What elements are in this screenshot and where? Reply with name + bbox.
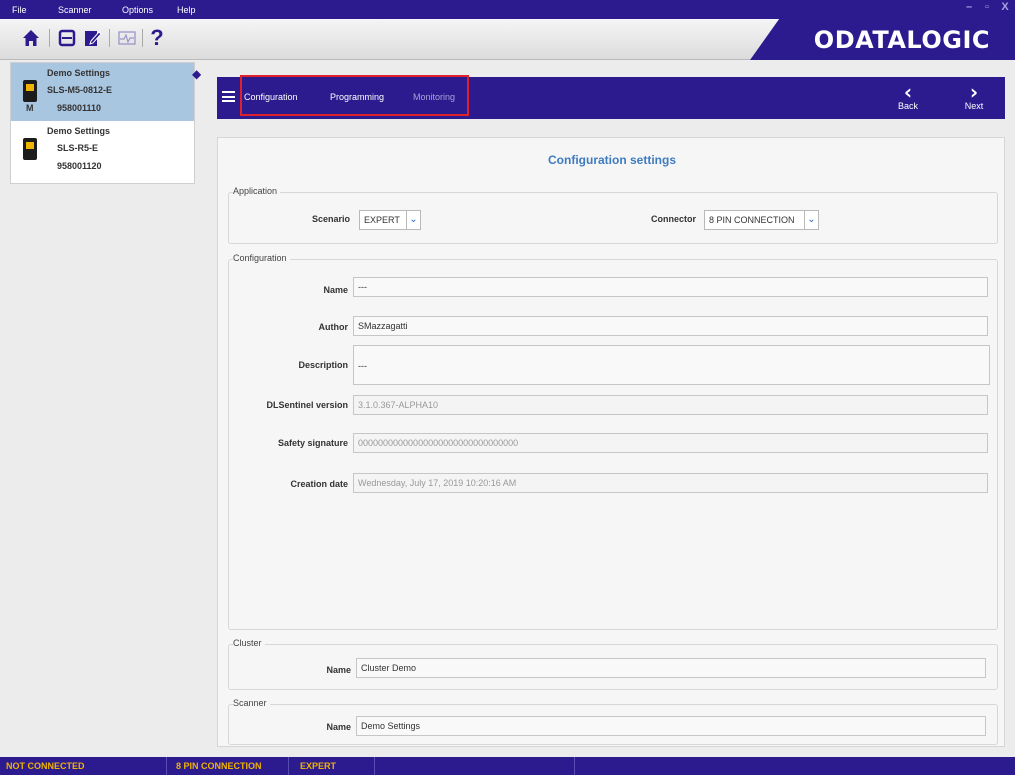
application-group-label: Application [233,186,281,196]
toolbar: ? ODATALOGIC [0,19,1015,60]
author-field[interactable]: SMazzagatti [353,316,988,336]
scanner-name-field[interactable]: Demo Settings [356,716,986,736]
toolbar-separator [49,29,50,47]
cluster-group-label: Cluster [233,638,265,648]
device-model: SLS-M5-0812-E [47,85,113,95]
creation-date-label: Creation date [290,479,348,489]
scenario-label: Scenario [311,214,350,224]
window-controls: – ▫ X [962,1,1012,13]
menu-help[interactable]: Help [177,5,196,15]
home-icon[interactable] [20,27,42,49]
status-bar: NOT CONNECTED 8 PIN CONNECTION EXPERT [0,757,1015,775]
back-label: Back [897,101,918,111]
save-icon[interactable] [56,27,78,49]
status-separator [374,757,375,775]
device-name: Demo Settings [47,68,111,78]
description-field[interactable]: --- [353,345,990,385]
connector-label: Connector [651,214,696,224]
datalogic-logo: ODATALOGIC [813,26,990,54]
scenario-select[interactable]: EXPERT ⌄ [359,210,421,230]
device-serial: 958001120 [57,161,102,171]
help-icon[interactable]: ? [146,25,168,50]
connection-status: NOT CONNECTED [6,761,85,771]
author-label: Author [318,322,349,332]
name-field[interactable]: --- [353,277,988,297]
collapse-panel-icon[interactable]: ◆ [192,67,201,81]
device-name: Demo Settings [47,126,111,136]
status-separator [574,757,575,775]
menu-scanner[interactable]: Scanner [58,5,92,15]
cluster-name-field[interactable]: Cluster Demo [356,658,986,678]
toolbar-separator [142,29,143,47]
scanner-icon [23,138,37,160]
connector-status: 8 PIN CONNECTION [176,761,262,771]
safety-signature-label: Safety signature [277,438,348,448]
menu-options[interactable]: Options [122,5,153,15]
scanner-group-label: Scanner [233,698,270,708]
next-label: Next [964,101,984,111]
monitor-icon[interactable] [116,27,138,49]
connector-select[interactable]: 8 PIN CONNECTION ⌄ [704,210,819,230]
configuration-panel: Configuration settings Application Scena… [217,137,1005,747]
name-label: Name [323,285,348,295]
toolbar-separator [109,29,110,47]
creation-date-field: Wednesday, July 17, 2019 10:20:16 AM [353,473,988,493]
device-model: SLS-R5-E [57,143,99,153]
scanner-name-label: Name [326,722,351,732]
scanner-icon [23,80,37,102]
description-label: Description [298,360,348,370]
cluster-name-label: Name [326,665,351,675]
highlight-box [240,75,469,116]
chevron-right-icon: › [969,80,979,104]
dlsentinel-version-label: DLSentinel version [266,400,348,410]
status-separator [166,757,167,775]
close-icon[interactable]: X [998,1,1012,13]
menu-bar: File Scanner Options Help – ▫ X [0,0,1015,19]
chevron-down-icon: ⌄ [804,211,818,229]
safety-signature-field: 00000000000000000000000000000000 [353,433,988,453]
menu-file[interactable]: File [12,5,27,15]
dlsentinel-version-field: 3.1.0.367-ALPHA10 [353,395,988,415]
edit-document-icon[interactable] [82,27,104,49]
status-separator [288,757,289,775]
device-list: Demo Settings SLS-M5-0812-E M 958001110 … [10,62,195,184]
scenario-status: EXPERT [300,761,337,771]
device-item[interactable]: Demo Settings SLS-M5-0812-E M 958001110 [11,63,194,121]
chevron-down-icon: ⌄ [406,211,420,229]
connector-value: 8 PIN CONNECTION [709,215,795,225]
configuration-group-label: Configuration [233,253,290,263]
page-title: Configuration settings [548,153,676,167]
device-item[interactable]: Demo Settings SLS-R5-E 958001120 [11,121,194,179]
menu-icon[interactable] [222,91,235,102]
minimize-icon[interactable]: – [962,1,976,13]
scenario-value: EXPERT [364,215,400,225]
next-button[interactable]: › Next [960,80,988,111]
back-button[interactable]: ‹ Back [894,80,922,111]
maximize-icon[interactable]: ▫ [980,1,994,13]
chevron-left-icon: ‹ [903,80,913,104]
device-serial: 958001110 [57,103,102,113]
device-badge: M [26,103,34,113]
